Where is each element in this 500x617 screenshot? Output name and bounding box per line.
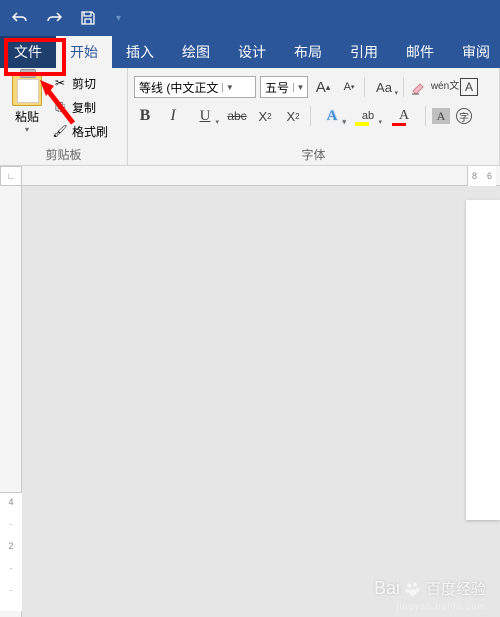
ruler-tick: 8 — [472, 171, 477, 181]
document-area: ∟ 8 6 4 · 2 · · — [0, 166, 500, 617]
tab-design[interactable]: 设计 — [224, 36, 280, 68]
separator — [310, 106, 311, 126]
font-size-combo[interactable]: 五号 ▼ — [260, 76, 308, 98]
shrink-font-button[interactable]: A▾ — [338, 76, 360, 98]
ruler-tick: 2 — [0, 541, 22, 563]
tab-mailings[interactable]: 邮件 — [392, 36, 448, 68]
undo-button[interactable] — [8, 6, 32, 30]
cut-button[interactable]: ✂ 剪切 — [52, 72, 108, 94]
copy-label: 复制 — [72, 99, 96, 116]
phonetic-guide-button[interactable]: wén 文 — [434, 76, 456, 98]
tab-insert[interactable]: 插入 — [112, 36, 168, 68]
paste-button[interactable]: 粘贴 ▾ — [6, 70, 48, 143]
font-family-value: 等线 (中文正文 — [135, 79, 222, 96]
save-button[interactable] — [76, 6, 100, 30]
chevron-down-icon: ▼ — [222, 83, 236, 92]
ruler-tick: · — [0, 585, 22, 607]
ribbon: 粘贴 ▾ ✂ 剪切 ⎘ 复制 🖌 格式刷 剪贴板 — [0, 68, 500, 166]
ruler-corner[interactable]: ∟ — [0, 166, 22, 186]
tab-review[interactable]: 审阅 — [448, 36, 500, 68]
character-border-button[interactable]: A — [460, 78, 478, 96]
paste-icon — [12, 72, 42, 106]
tab-draw[interactable]: 绘图 — [168, 36, 224, 68]
cut-label: 剪切 — [72, 75, 96, 92]
paw-icon — [404, 580, 422, 598]
cut-icon: ✂ — [52, 75, 68, 91]
copy-icon: ⎘ — [52, 99, 68, 115]
quick-access-toolbar: ▾ — [0, 0, 500, 36]
qat-customize-button[interactable]: ▾ — [116, 13, 121, 24]
tab-references[interactable]: 引用 — [336, 36, 392, 68]
superscript-button[interactable]: X2 — [282, 105, 304, 127]
redo-button[interactable] — [42, 6, 66, 30]
group-clipboard-label: 剪贴板 — [6, 143, 121, 165]
chevron-down-icon: ▼ — [293, 83, 307, 92]
ruler-tick: · — [0, 519, 22, 541]
separator — [364, 77, 365, 97]
watermark-text2: 百度经验 — [426, 578, 486, 599]
tab-home[interactable]: 开始 — [56, 36, 112, 68]
ruler-horizontal[interactable]: 8 6 — [22, 166, 500, 186]
grow-font-button[interactable]: A▴ — [312, 76, 334, 98]
ruler-tick: 6 — [487, 171, 492, 181]
document-page[interactable] — [466, 200, 500, 520]
group-font: 等线 (中文正文 ▼ 五号 ▼ A▴ A▾ Aa wén 文 A B I — [128, 68, 500, 165]
group-clipboard: 粘贴 ▾ ✂ 剪切 ⎘ 复制 🖌 格式刷 剪贴板 — [0, 68, 128, 165]
watermark-sub: jingyan.baidu.com — [396, 601, 486, 611]
clear-formatting-button[interactable] — [408, 76, 430, 98]
bold-button[interactable]: B — [134, 105, 156, 127]
tab-layout[interactable]: 布局 — [280, 36, 336, 68]
enclose-characters-button[interactable]: 字 — [456, 108, 472, 124]
paste-dropdown-icon: ▾ — [25, 125, 29, 134]
font-color-button[interactable]: A — [389, 105, 419, 127]
tab-file[interactable]: 文件 — [0, 36, 56, 68]
watermark: Bai 百度经验 — [374, 578, 486, 599]
ruler-vertical[interactable]: 4 · 2 · · — [0, 186, 22, 617]
format-painter-label: 格式刷 — [72, 123, 108, 140]
separator — [425, 106, 426, 126]
copy-button[interactable]: ⎘ 复制 — [52, 96, 108, 118]
underline-button[interactable]: U — [190, 105, 220, 127]
character-shading-button[interactable]: A — [432, 108, 450, 124]
group-font-label: 字体 — [134, 143, 493, 165]
font-family-combo[interactable]: 等线 (中文正文 ▼ — [134, 76, 256, 98]
subscript-button[interactable]: X2 — [254, 105, 276, 127]
paste-label: 粘贴 — [15, 108, 39, 125]
italic-button[interactable]: I — [162, 105, 184, 127]
ruler-tick: 4 — [0, 497, 22, 519]
format-painter-icon: 🖌 — [52, 123, 68, 139]
highlight-button[interactable]: ab — [353, 105, 383, 127]
separator — [403, 77, 404, 97]
ruler-tick: · — [0, 563, 22, 585]
font-size-value: 五号 — [261, 79, 293, 96]
ribbon-tabs: 文件 开始 插入 绘图 设计 布局 引用 邮件 审阅 — [0, 36, 500, 68]
format-painter-button[interactable]: 🖌 格式刷 — [52, 120, 108, 142]
change-case-button[interactable]: Aa — [369, 76, 399, 98]
text-effects-button[interactable]: A — [317, 105, 347, 127]
strikethrough-button[interactable]: abc — [226, 105, 248, 127]
watermark-text: Bai — [374, 578, 400, 599]
